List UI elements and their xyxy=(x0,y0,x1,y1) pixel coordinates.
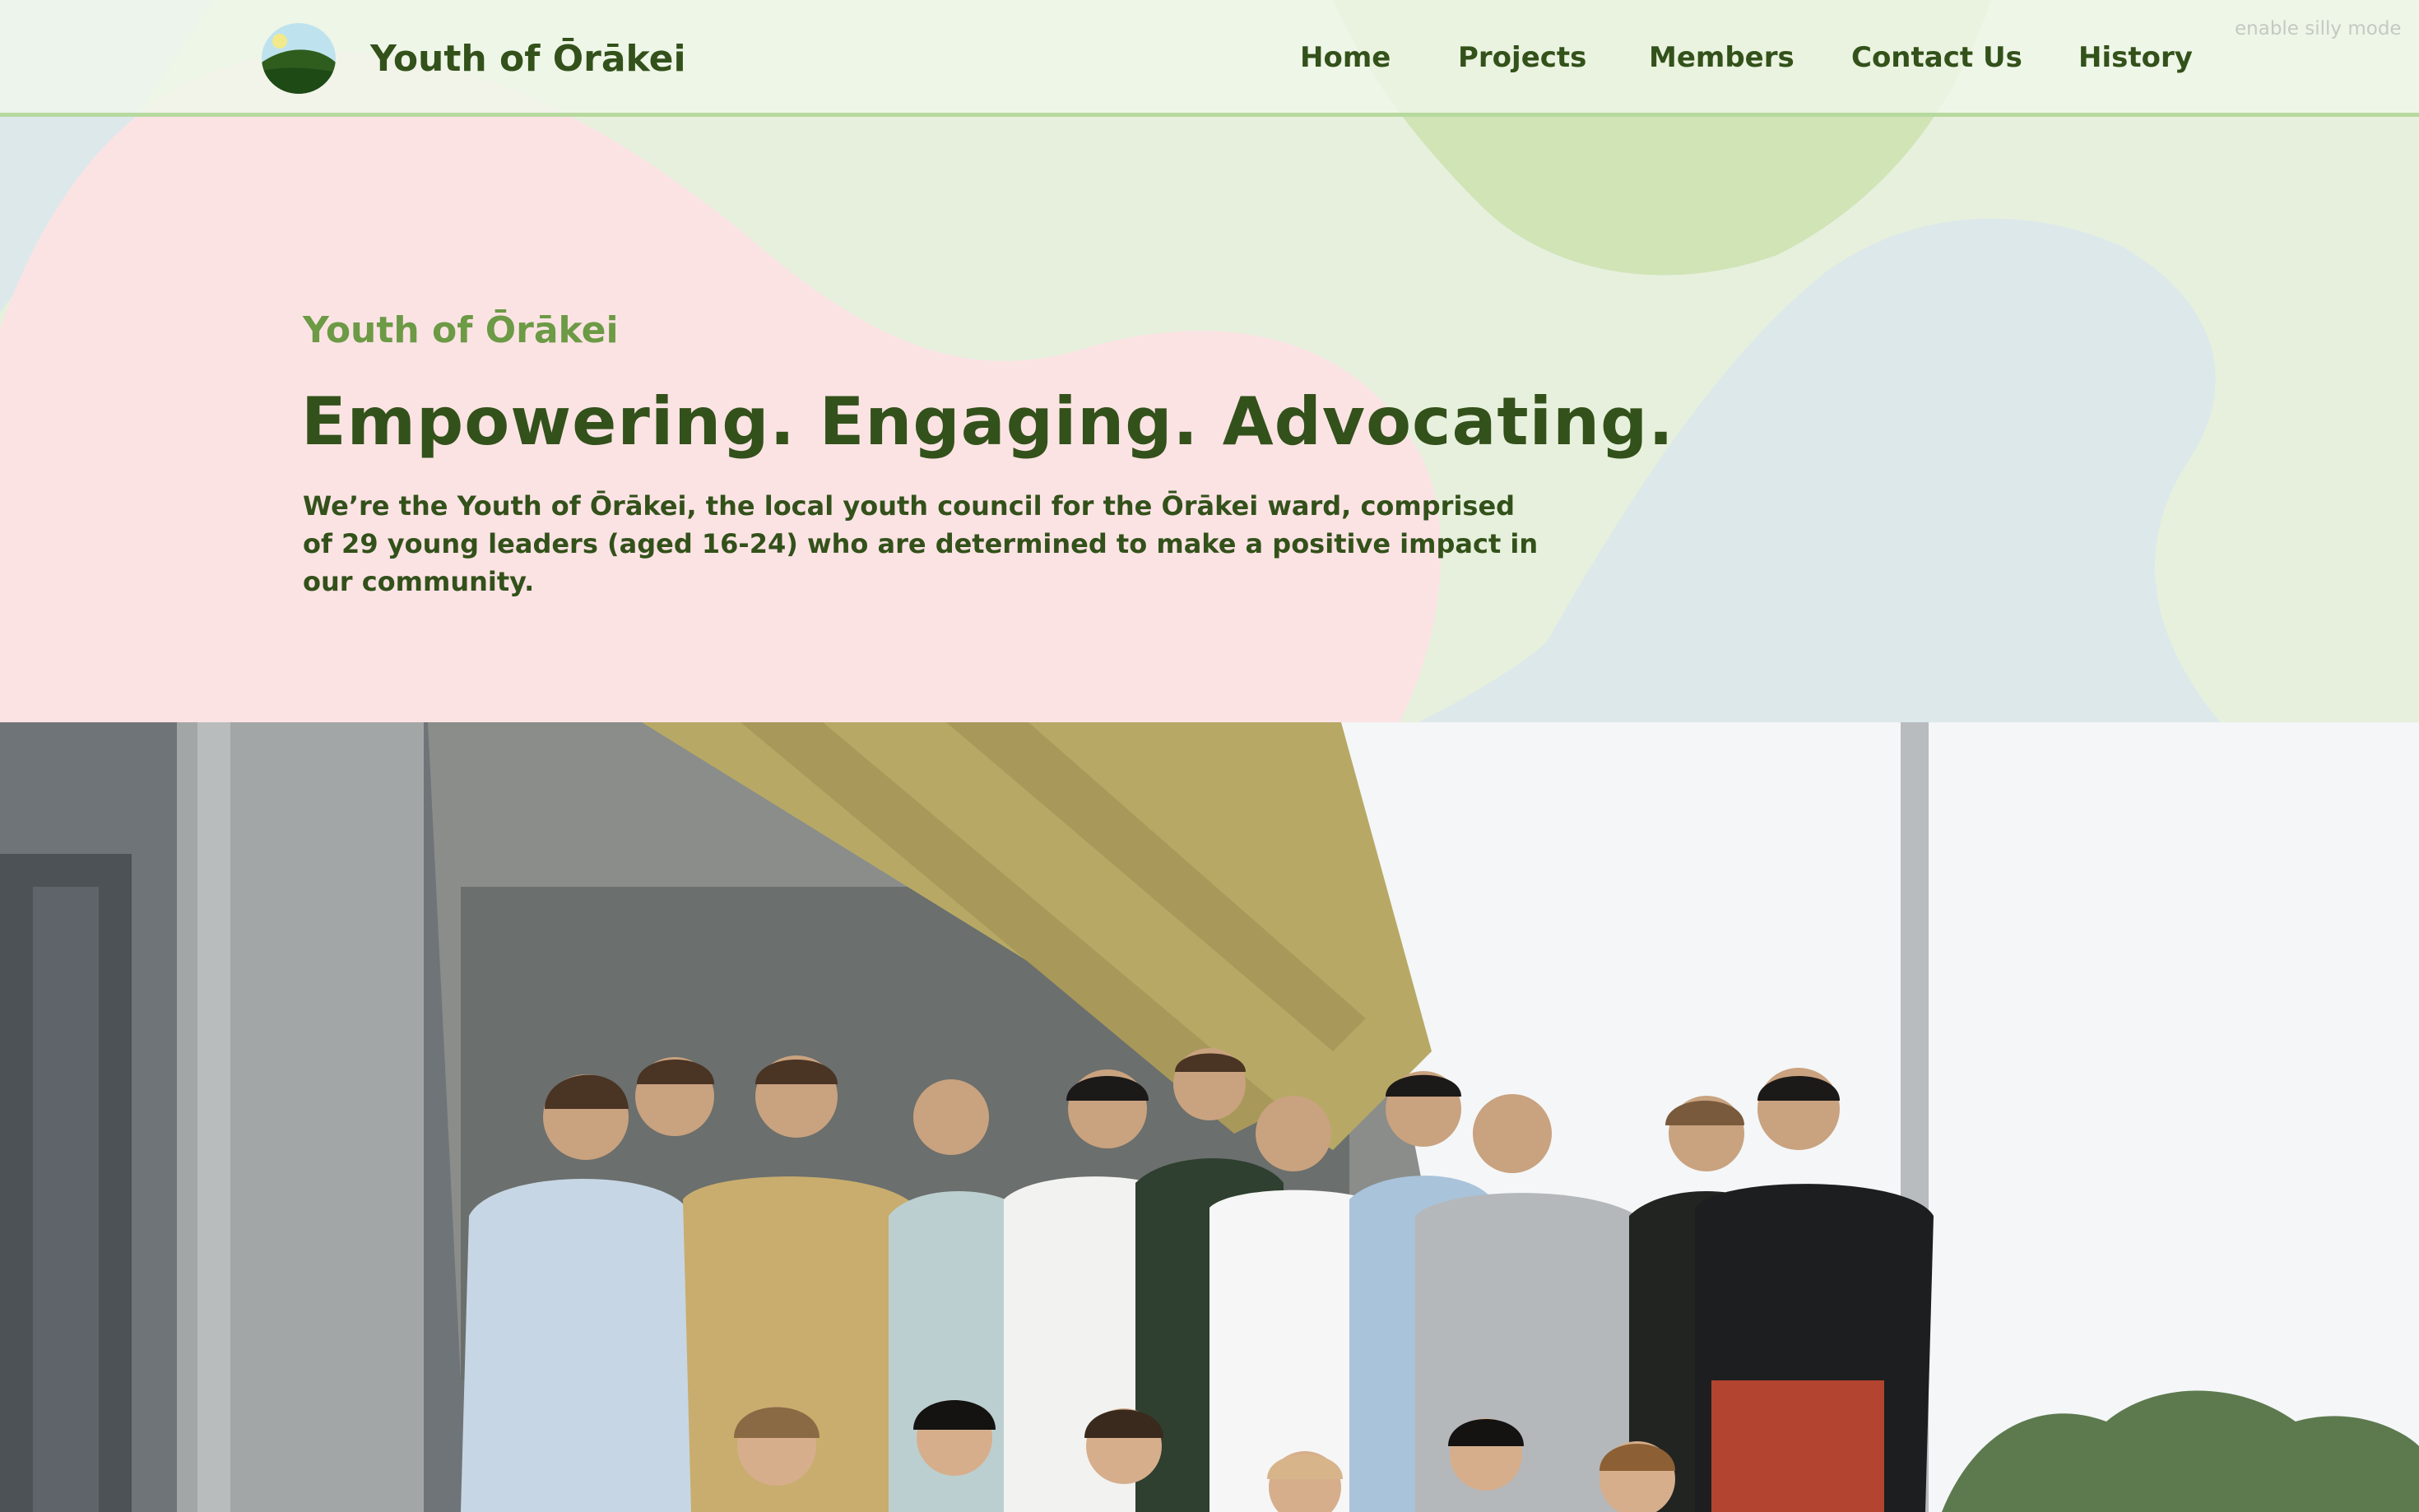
group-photo-image xyxy=(0,722,2419,1512)
nav-projects[interactable]: Projects xyxy=(1458,41,1586,74)
nav-history[interactable]: History xyxy=(2078,41,2193,74)
hero-headline: Empowering. Engaging. Advocating. xyxy=(301,383,1674,460)
nav-members[interactable]: Members xyxy=(1649,41,1795,74)
nav-home[interactable]: Home xyxy=(1300,41,1391,74)
silly-mode-toggle[interactable]: enable silly mode xyxy=(2235,18,2402,39)
site-header: Youth of Ōrākei Home Projects Members Co… xyxy=(0,0,2419,117)
hero-eyebrow: Youth of Ōrākei xyxy=(303,309,619,351)
hero-description: We’re the Youth of Ōrākei, the local you… xyxy=(303,490,1539,597)
nav-contact-us[interactable]: Contact Us xyxy=(1851,41,2022,74)
landscape-logo-icon[interactable] xyxy=(262,23,336,94)
brand-title[interactable]: Youth of Ōrākei xyxy=(370,38,686,80)
